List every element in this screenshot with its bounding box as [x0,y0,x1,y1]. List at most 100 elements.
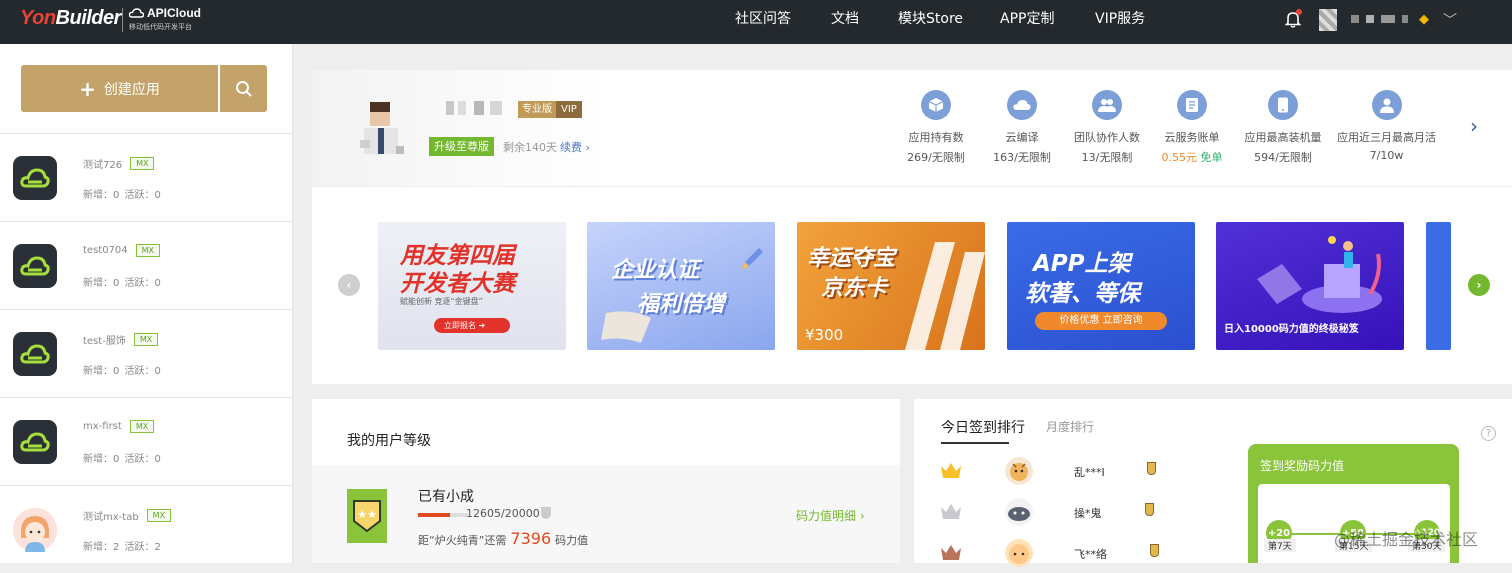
create-app-button[interactable]: + 创建应用 [21,65,218,112]
app-name: test0704 [83,245,128,256]
ranker-name: 乱***I [1074,466,1105,479]
app-list-item[interactable]: test-服饰 MX 新增：0 活跃：0 [0,309,293,397]
level-name: 已有小成 [418,489,474,505]
nav-module-store[interactable]: 模块Store [898,0,963,44]
banner-code-power[interactable]: 日入10000码力值的终极秘笈 [1216,222,1404,350]
stat-cloud-bill: 云服务账单 0.55元 免单 [1142,90,1242,165]
search-icon [235,80,252,97]
vip-diamond-icon: ◆ [1419,12,1429,27]
app-logo-icon [13,156,57,200]
app-stats: 新增：0 活跃：0 [83,366,161,377]
tab-monthly-ranking[interactable]: 月度排行 [1046,418,1094,435]
next-level-shield-icon [541,507,551,519]
paper-decoration [601,311,651,343]
level-title: 我的用户等级 [347,433,431,449]
app-stats: 新增：0 活跃：0 [83,190,161,201]
gold-crown-icon [941,463,961,478]
banner-partial[interactable] [1426,222,1451,350]
help-icon[interactable]: ? [1481,426,1496,441]
consult-button[interactable]: 价格优惠 立即咨询 [1035,312,1167,330]
nav-community-qa[interactable]: 社区问答 [735,0,791,44]
chevron-right-icon[interactable]: › [1470,114,1478,138]
tab-today-ranking[interactable]: 今日签到排行 [941,417,1025,437]
banner-lucky-draw[interactable]: 幸运夺宝 京东卡 ¥300 [797,222,985,350]
user-avatar[interactable] [1319,9,1337,31]
reward-day-7-label: 第7天 [1264,539,1296,552]
app-name: 测试mx-tab [83,512,139,523]
team-icon [1092,90,1122,120]
app-logo-icon [13,420,57,464]
cube-icon [921,90,951,120]
cloud-icon [1007,90,1037,120]
app-stats: 新增：2 活跃：2 [83,542,161,553]
mx-badge: MX [146,509,172,522]
stat-app-count: 应用持有数 269/无限制 [886,90,986,165]
stat-max-mau: 应用近三月最高月活 7/10w [1330,90,1443,162]
app-list-item[interactable]: test0704 MX 新增：0 活跃：0 [0,221,293,309]
banner-enterprise-cert[interactable]: 企业认证 福利倍增 [587,222,775,350]
mx-badge: MX [135,244,161,257]
top-navbar: YonBuilder APICloud 移动低代码开发平台 社区问答 文档 模块… [0,0,1512,44]
jd-stripes-decoration [905,242,985,350]
tab-active-indicator [941,442,1009,444]
cartoon-girl-icon [13,508,57,552]
app-list-item[interactable]: 测试726 MX 新增：0 活跃：0 [0,133,293,221]
level-row: ★★ 已有小成 12605/20000 距“炉火纯青”还需 7396 码力值 码力值… [312,465,900,563]
app-name: 测试726 [83,160,123,171]
apicloud-logo[interactable]: APICloud 移动低代码开发平台 [129,6,201,32]
bronze-crown-icon [941,545,961,560]
carousel-next-button[interactable]: › [1468,274,1490,296]
app-stats: 新增：0 活跃：0 [83,278,161,289]
mx-badge: MX [130,157,155,170]
app-name: mx-first [83,421,122,432]
ranker-avatar [1005,457,1033,485]
rank-row: 飞**络 [940,539,1190,569]
code-power-detail-link[interactable]: 码力值明细 › [796,507,865,524]
nav-docs[interactable]: 文档 [831,0,859,44]
edition-badge: 专业版 VIP [518,101,582,118]
reward-track: +20 第7天 +50 第15天 +120 第30天 [1258,484,1450,563]
app-logo-icon [13,244,57,288]
rank-row: 乱***I [940,457,1190,487]
rank-badge-icon [1150,544,1159,557]
stat-max-installs: 应用最高装机量 594/无限制 [1233,90,1333,165]
app-name: test-服饰 [83,336,126,347]
logo-divider [122,8,123,32]
profile-avatar[interactable] [360,100,404,156]
reward-title: 签到奖励码力值 [1260,459,1345,473]
banner-dev-contest[interactable]: 用友第四届 开发者大赛 赋能创新 竞逐“金键盘” 立即报名 ➜ [378,222,566,350]
bill-icon [1177,90,1207,120]
level-progress-fill [418,513,450,517]
watermark: @稀土掘金技术社区 [1334,530,1479,549]
ranker-avatar [1005,498,1033,526]
level-points: 12605/20000 [466,507,540,520]
level-need: 距“炉火纯青”还需 7396 码力值 [418,529,589,548]
carousel-prev-button[interactable]: ‹ [338,274,360,296]
signup-button[interactable]: 立即报名 ➜ [434,318,510,333]
app-list-item[interactable]: mx-first MX 新增：0 活跃：0 [0,397,293,485]
svg-text:★★: ★★ [357,508,377,521]
cloud-logo-icon [129,8,144,18]
rank-badge-icon [1145,503,1154,516]
profile-panel: 专业版 VIP 升级至尊版 剩余140天 续费 › 应用持有数 269/无限制 云… [312,70,1512,186]
upgrade-button[interactable]: 升级至尊版 [429,137,494,156]
yonbuilder-logo[interactable]: YonBuilder [20,7,121,30]
app-logo-icon [13,332,57,376]
plus-icon: + [79,76,96,101]
app-stats: 新增：0 活跃：0 [83,454,161,465]
app-list-item[interactable]: 测试mx-tab MX 新增：2 活跃：2 [0,485,293,573]
search-button[interactable] [220,65,267,112]
chevron-down-icon[interactable]: ﹀ [1443,10,1457,30]
banner-app-listing[interactable]: APP上架 软著、等保 价格优惠 立即咨询 [1007,222,1195,350]
renew-link[interactable]: 续费 › [560,139,590,155]
silver-crown-icon [941,504,961,519]
ranker-name: 操*鬼 [1074,507,1102,520]
user-level-panel: 我的用户等级 ★★ 已有小成 12605/20000 距“炉火纯青”还需 7396… [312,399,900,563]
user-icon [1371,90,1402,120]
nav-vip-service[interactable]: VIP服务 [1095,0,1145,44]
level-progress-bar [418,513,468,517]
nav-app-custom[interactable]: APP定制 [1000,0,1054,44]
app-sidebar: + 创建应用 测试726 MX 新增：0 活跃：0 test0704 MX 新增：0 … [0,44,293,563]
notification-dot [1296,9,1302,15]
pen-icon [741,248,763,270]
